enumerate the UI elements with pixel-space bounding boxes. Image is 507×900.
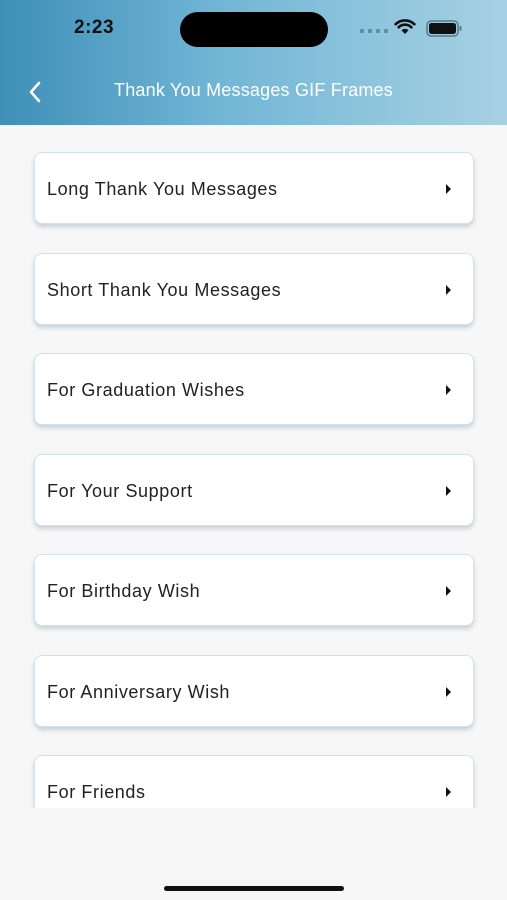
- page-title: Thank You Messages GIF Frames: [114, 80, 393, 100]
- list-item-label: For Friends: [47, 782, 146, 802]
- play-arrow-icon: [446, 385, 451, 395]
- list-item-label: For Graduation Wishes: [47, 380, 245, 400]
- play-arrow-icon: [446, 686, 451, 697]
- play-arrow-icon: [446, 787, 451, 797]
- cellular-signal-icon: [360, 29, 388, 33]
- home-indicator[interactable]: [164, 886, 344, 891]
- list-item-birthday-wish[interactable]: For Birthday Wish: [34, 554, 474, 626]
- list-item-label: Long Thank You Messages: [47, 179, 278, 199]
- play-arrow-icon: [446, 586, 451, 596]
- play-arrow-icon: [446, 184, 451, 194]
- navigation-bar: Thank You Messages GIF Frames: [0, 68, 507, 116]
- battery-icon: [426, 20, 463, 42]
- list-item-label: For Anniversary Wish: [47, 681, 231, 702]
- list-item-graduation-wishes[interactable]: For Graduation Wishes: [34, 353, 474, 425]
- list-item-label: For Your Support: [47, 480, 193, 501]
- play-arrow-icon: [446, 485, 451, 496]
- wifi-icon: [394, 18, 416, 40]
- list-item-long-thank-you-messages[interactable]: Long Thank You Messages: [34, 152, 474, 224]
- list-item-your-support[interactable]: For Your Support: [34, 453, 474, 526]
- status-time: 2:23: [74, 17, 115, 38]
- list-item-label: For Birthday Wish: [47, 581, 201, 601]
- list-item-anniversary-wish[interactable]: For Anniversary Wish: [34, 654, 474, 727]
- status-bar: 2:23: [0, 0, 507, 60]
- dynamic-island: [180, 12, 328, 47]
- play-arrow-icon: [446, 284, 451, 295]
- list-item-short-thank-you-messages[interactable]: Short Thank You Messages: [34, 252, 474, 325]
- category-list: Long Thank You Messages Short Thank You …: [34, 152, 474, 856]
- list-item-label: Short Thank You Messages: [47, 279, 282, 300]
- app-header: 2:23 Thank You Messages GIF Frames: [0, 0, 507, 125]
